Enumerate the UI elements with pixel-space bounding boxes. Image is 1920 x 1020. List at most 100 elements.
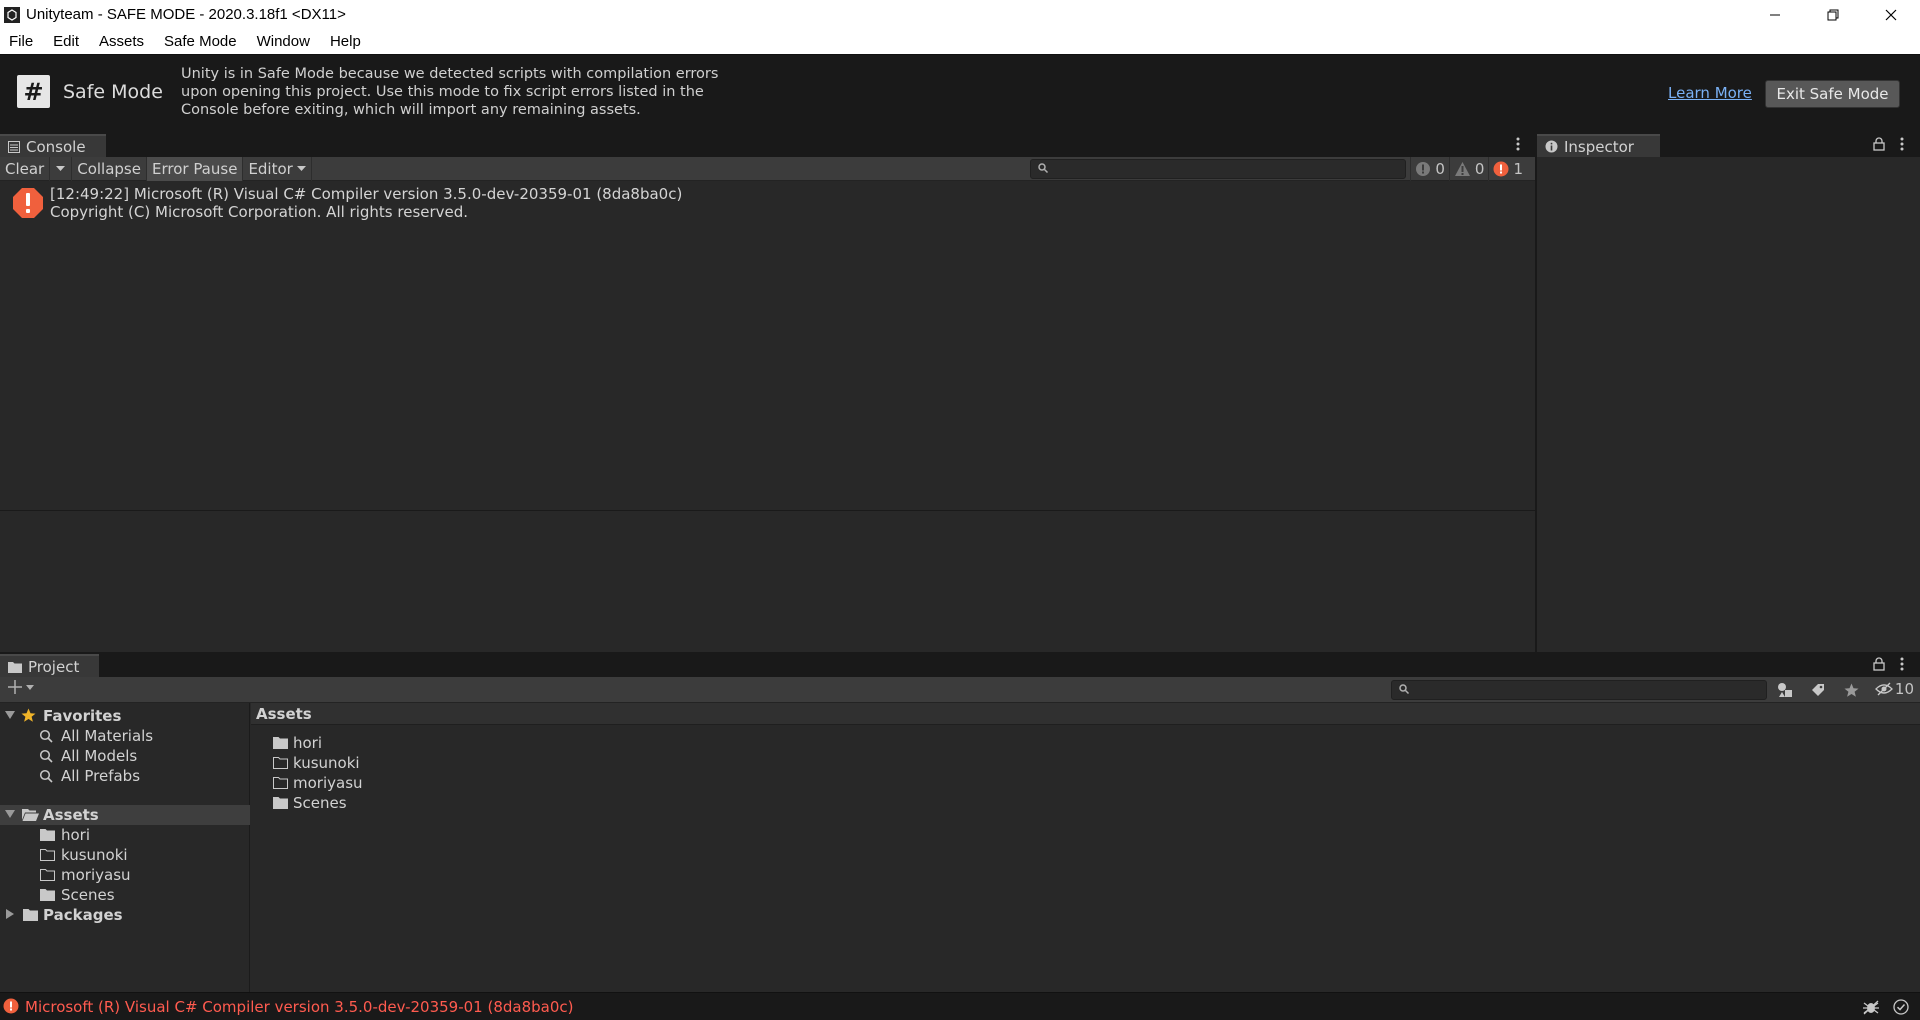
error-count-toggle[interactable]: 1	[1488, 157, 1527, 181]
asset-item-label: hori	[293, 734, 323, 752]
menu-window[interactable]: Window	[247, 29, 320, 54]
menu-assets[interactable]: Assets	[89, 29, 154, 54]
search-icon	[39, 769, 53, 783]
inspector-tab[interactable]: Inspector	[1537, 134, 1660, 157]
editor-label: Editor	[248, 159, 293, 178]
tree-item-all-prefabs[interactable]: All Prefabs	[0, 766, 250, 786]
log-entry-line1: [12:49:22] Microsoft (R) Visual C# Compi…	[50, 185, 683, 203]
search-by-label-icon[interactable]	[1807, 681, 1829, 699]
info-count: 0	[1435, 160, 1445, 178]
error-pause-toggle[interactable]: Error Pause	[146, 156, 244, 181]
close-icon	[1885, 9, 1897, 20]
inspector-tab-label: Inspector	[1564, 137, 1634, 156]
unity-app-icon	[4, 6, 20, 23]
tree-item-scenes[interactable]: Scenes	[0, 885, 250, 905]
safe-mode-title: Safe Mode	[63, 81, 163, 103]
warning-count: 0	[1474, 160, 1485, 178]
create-asset-dropdown[interactable]	[8, 680, 34, 694]
minimize-button[interactable]	[1746, 0, 1804, 29]
tree-item-hori[interactable]: hori	[0, 825, 250, 845]
folder-icon	[23, 909, 38, 921]
info-count-toggle[interactable]: 0	[1410, 157, 1449, 181]
collapsed-arrow-icon	[6, 909, 14, 919]
close-button[interactable]	[1862, 0, 1920, 29]
favorites-label: Favorites	[43, 707, 122, 725]
exit-safe-mode-button[interactable]: Exit Safe Mode	[1765, 80, 1900, 108]
dropdown-arrow-icon	[56, 165, 66, 171]
folder-icon	[8, 661, 22, 673]
expanded-arrow-icon	[5, 711, 15, 719]
clear-options-dropdown[interactable]	[50, 156, 73, 181]
folder-icon	[40, 889, 55, 901]
tree-item-favorites[interactable]: Favorites	[0, 706, 250, 726]
search-by-type-icon[interactable]	[1774, 681, 1796, 699]
restore-button[interactable]	[1804, 0, 1862, 29]
info-message-icon	[1415, 161, 1431, 177]
log-entry[interactable]: [12:49:22] Microsoft (R) Visual C# Compi…	[0, 181, 1535, 223]
inspector-panel: Inspector	[1537, 132, 1920, 652]
tree-item-assets[interactable]: Assets	[0, 805, 250, 825]
star-icon	[21, 708, 36, 723]
tree-item-all-materials[interactable]: All Materials	[0, 726, 250, 746]
hidden-packages-toggle[interactable]: 10	[1874, 680, 1914, 698]
menu-help[interactable]: Help	[320, 29, 371, 54]
search-icon	[1399, 684, 1410, 695]
tree-item-moriyasu[interactable]: moriyasu	[0, 865, 250, 885]
menu-file[interactable]: File	[0, 29, 43, 54]
tree-item-label: All Materials	[61, 727, 154, 745]
tree-item-all-models[interactable]: All Models	[0, 746, 250, 766]
tree-item-label: Scenes	[61, 886, 115, 904]
search-icon	[39, 749, 53, 763]
project-panel: Project 10 Favorites All Materials All M…	[0, 652, 1920, 992]
project-search-input[interactable]	[1391, 680, 1767, 700]
warning-count-toggle[interactable]: 0	[1448, 157, 1489, 181]
folder-icon	[273, 737, 288, 749]
lock-icon[interactable]	[1873, 657, 1885, 675]
tree-item-label: kusunoki	[61, 846, 128, 864]
empty-folder-icon	[273, 757, 288, 769]
safe-mode-hash-icon: #	[17, 75, 50, 108]
tree-item-label: hori	[61, 826, 91, 844]
inspector-tabstrip: Inspector	[1537, 132, 1920, 157]
asset-item-kusunoki[interactable]: kusunoki	[273, 753, 360, 773]
project-tab[interactable]: Project	[0, 654, 100, 677]
console-search-input[interactable]	[1030, 159, 1406, 179]
folder-open-icon	[22, 809, 39, 821]
inspector-menu-kebab-icon[interactable]	[1895, 136, 1909, 152]
learn-more-link[interactable]: Learn More	[1668, 84, 1752, 102]
warning-icon	[1454, 161, 1471, 177]
folder-icon	[273, 797, 288, 809]
minimize-icon	[1770, 14, 1780, 15]
menu-safe-mode[interactable]: Safe Mode	[154, 29, 247, 54]
project-toolbar: 10	[0, 677, 1920, 703]
menu-edit[interactable]: Edit	[43, 29, 89, 54]
console-menu-kebab-icon[interactable]	[1511, 136, 1525, 152]
asset-item-hori[interactable]: hori	[273, 733, 322, 753]
project-tab-label: Project	[28, 657, 80, 676]
asset-item-label: Scenes	[293, 794, 347, 812]
console-tab[interactable]: Console	[0, 134, 106, 157]
asset-item-moriyasu[interactable]: moriyasu	[273, 773, 363, 793]
collapse-label: Collapse	[77, 159, 141, 178]
tree-item-kusunoki[interactable]: kusunoki	[0, 845, 250, 865]
asset-item-scenes[interactable]: Scenes	[273, 793, 347, 813]
tree-item-packages[interactable]: Packages	[0, 905, 250, 925]
status-bar: Microsoft (R) Visual C# Compiler version…	[0, 992, 1920, 1020]
asset-breadcrumb[interactable]: Assets	[251, 703, 1920, 725]
console-detail-pane[interactable]	[0, 512, 1535, 652]
progress-check-icon[interactable]	[1893, 999, 1909, 1019]
project-menu-kebab-icon[interactable]	[1895, 656, 1909, 672]
tree-item-label: All Prefabs	[61, 767, 141, 785]
console-icon	[8, 140, 20, 153]
favorite-star-icon[interactable]	[1840, 681, 1862, 699]
clear-button[interactable]: Clear	[0, 156, 51, 181]
lock-icon[interactable]	[1873, 137, 1885, 155]
expanded-arrow-icon	[5, 810, 15, 818]
console-log-list: [12:49:22] Microsoft (R) Visual C# Compi…	[0, 181, 1535, 511]
plus-icon	[8, 680, 22, 694]
editor-dropdown[interactable]: Editor	[243, 156, 312, 181]
status-message[interactable]: Microsoft (R) Visual C# Compiler version…	[25, 998, 573, 1016]
tree-item-label: All Models	[61, 747, 138, 765]
debug-mode-bug-icon[interactable]	[1862, 999, 1880, 1019]
collapse-toggle[interactable]: Collapse	[72, 156, 147, 181]
